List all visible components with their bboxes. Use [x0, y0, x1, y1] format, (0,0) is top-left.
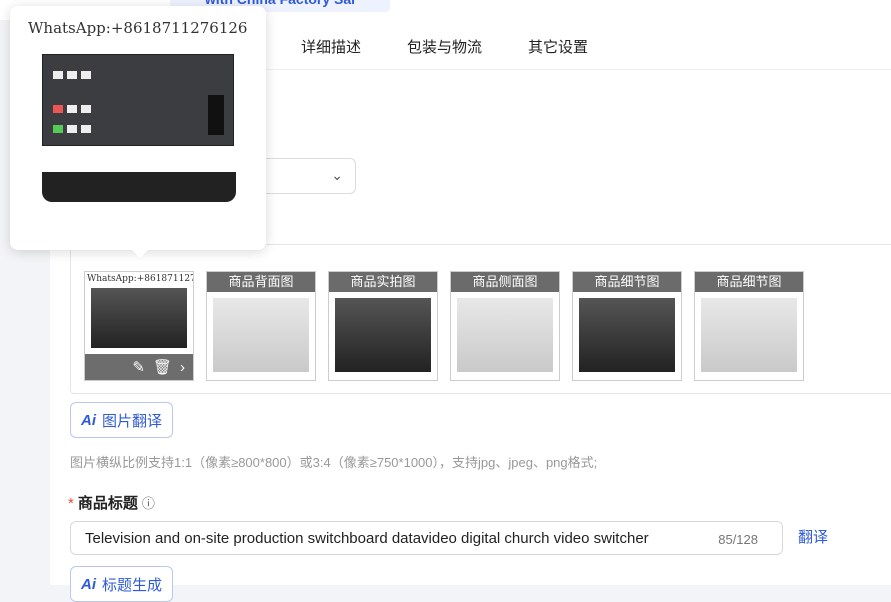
image-thumb[interactable]: 商品背面图 [206, 271, 316, 381]
product-image [91, 288, 187, 348]
tab-other-settings[interactable]: 其它设置 [528, 36, 588, 57]
thumb-caption: 商品细节图 [695, 272, 803, 292]
tab-packaging[interactable]: 包装与物流 [407, 36, 482, 57]
input-value: Television and on-site production switch… [85, 530, 649, 547]
image-thumb-main[interactable]: WhatsApp:+8618711276126 ✎ 🗑 › [84, 271, 194, 381]
product-image [701, 298, 797, 372]
required-mark: * [68, 495, 74, 512]
thumb-caption: 商品实拍图 [329, 272, 437, 292]
button-label: 标题生成 [102, 576, 163, 594]
product-image-back [42, 172, 236, 202]
thumb-caption: 商品侧面图 [451, 272, 559, 292]
chevron-down-icon: ⌄ [331, 167, 343, 183]
image-preview-popup: WhatsApp:+8618711276126 [10, 6, 266, 258]
title-generate-button[interactable]: Ai 标题生成 [70, 566, 174, 602]
product-image [213, 298, 309, 372]
product-image-top [42, 54, 234, 146]
image-thumb[interactable]: 商品实拍图 [328, 271, 438, 381]
chevron-right-icon[interactable]: › [180, 359, 185, 376]
image-thumb[interactable]: 商品细节图 [694, 271, 804, 381]
tab-details[interactable]: 详细描述 [301, 36, 361, 57]
label-text: 商品标题 [77, 495, 138, 512]
image-gallery: WhatsApp:+8618711276126 ✎ 🗑 › 商品背面图 商品实拍… [70, 244, 891, 394]
ai-icon: Ai [81, 575, 96, 593]
edit-icon[interactable]: ✎ [132, 358, 145, 376]
thumb-caption: 商品细节图 [573, 272, 681, 292]
delete-icon[interactable]: 🗑 [153, 358, 172, 376]
image-thumb[interactable]: 商品侧面图 [450, 271, 560, 381]
product-title-input[interactable]: Television and on-site production switch… [70, 521, 783, 555]
product-image [335, 298, 431, 372]
product-image [579, 298, 675, 372]
image-translate-button[interactable]: Ai 图片翻译 [70, 402, 174, 438]
image-thumb[interactable]: 商品细节图 [572, 271, 682, 381]
image-hint: 图片横纵比例支持1:1（像素≥800*800）或3:4（像素≥750*1000）… [70, 455, 598, 470]
button-label: 图片翻译 [102, 412, 163, 430]
thumb-caption: 商品背面图 [207, 272, 315, 292]
translate-link[interactable]: 翻译 [798, 526, 828, 547]
thumb-actions: ✎ 🗑 › [85, 354, 193, 380]
product-image [457, 298, 553, 372]
thumb-watermark: WhatsApp:+8618711276126 [87, 274, 193, 284]
ai-icon: Ai [81, 411, 96, 429]
char-count: 85/128 [718, 532, 758, 547]
preview-watermark: WhatsApp:+8618711276126 [28, 19, 248, 37]
title-label: * 商品标题 ⓘ [68, 492, 155, 513]
help-icon[interactable]: ⓘ [142, 496, 155, 511]
